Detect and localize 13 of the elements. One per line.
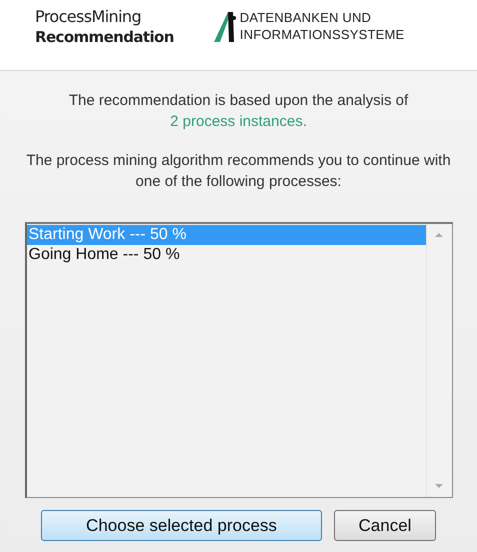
scroll-down-icon[interactable] (435, 484, 443, 489)
app-name: ProcessMining (35, 7, 142, 27)
cancel-button[interactable]: Cancel (334, 510, 436, 541)
app-subtitle: Recommendation (35, 27, 174, 47)
list-item[interactable]: Going Home --- 50 % (26, 245, 426, 265)
instances-text: 2 process instances. (169, 112, 308, 132)
logo-text: INFORMATIONSSYSTEME (240, 26, 404, 43)
choose-button[interactable]: Choose selected process (41, 510, 322, 541)
prompt-text: The process mining algorithm recommends you to continue with one of the following processes: (25, 151, 452, 192)
analysis-text: The recommendation is based upon the analysis of (68, 91, 410, 111)
logo-text: DATENBANKEN UND (240, 9, 372, 26)
scroll-up-icon[interactable] (435, 232, 443, 237)
logo-icon (212, 9, 238, 43)
